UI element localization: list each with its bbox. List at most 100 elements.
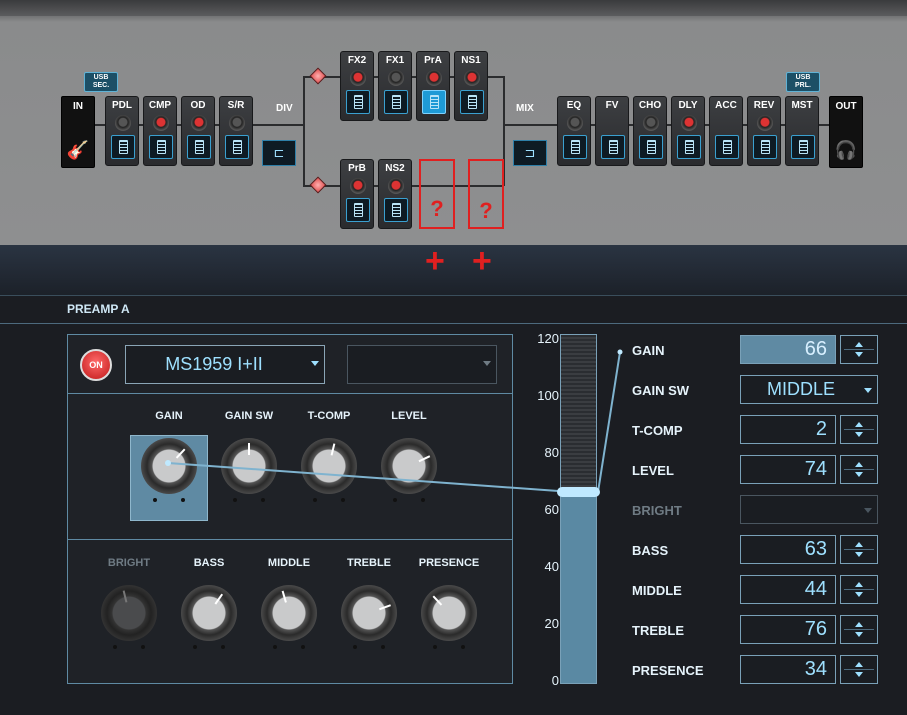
fx-block-od[interactable]: OD xyxy=(181,96,215,166)
spin-down-icon[interactable] xyxy=(855,352,863,357)
footswitch-icon[interactable] xyxy=(460,90,484,114)
param-spinner-t-comp[interactable] xyxy=(840,415,878,444)
pedal-icon xyxy=(571,140,580,154)
fx-block-fx1[interactable]: FX1 xyxy=(378,51,412,121)
param-spinner-gain[interactable] xyxy=(840,335,878,364)
fx-block-dly[interactable]: DLY xyxy=(671,96,705,166)
knob-middle[interactable] xyxy=(261,585,317,649)
footswitch-icon[interactable] xyxy=(563,135,587,159)
fx-block-label: NS2 xyxy=(385,163,405,174)
block-knob-icon xyxy=(388,70,404,86)
divider-button[interactable]: ⊏ xyxy=(262,140,296,166)
fx-block-acc[interactable]: ACC xyxy=(709,96,743,166)
footswitch-icon[interactable] xyxy=(791,135,815,159)
footswitch-icon[interactable] xyxy=(639,135,663,159)
param-value-bass[interactable]: 63 xyxy=(740,535,836,564)
spin-up-icon[interactable] xyxy=(855,582,863,587)
spin-up-icon[interactable] xyxy=(855,342,863,347)
fx-block-rev[interactable]: REV xyxy=(747,96,781,166)
footswitch-icon[interactable] xyxy=(111,135,135,159)
footswitch-icon[interactable] xyxy=(346,198,370,222)
chevron-down-icon xyxy=(864,508,872,513)
footswitch-icon[interactable] xyxy=(384,90,408,114)
param-value-treble[interactable]: 76 xyxy=(740,615,836,644)
param-select-gain-sw[interactable]: MIDDLE xyxy=(740,375,878,404)
footswitch-icon[interactable] xyxy=(225,135,249,159)
footswitch-icon[interactable] xyxy=(601,135,625,159)
param-spinner-treble[interactable] xyxy=(840,615,878,644)
spin-down-icon[interactable] xyxy=(855,552,863,557)
fx-block-prb[interactable]: PrB xyxy=(340,159,374,229)
footswitch-icon[interactable] xyxy=(346,90,370,114)
spin-down-icon[interactable] xyxy=(855,592,863,597)
footswitch-icon[interactable] xyxy=(753,135,777,159)
slider-thumb[interactable] xyxy=(557,486,600,497)
output-block[interactable]: OUT 🎧 xyxy=(829,96,863,168)
knob-gain[interactable] xyxy=(141,438,197,502)
footswitch-icon[interactable] xyxy=(187,135,211,159)
param-spinner-presence[interactable] xyxy=(840,655,878,684)
fx-block-eq[interactable]: EQ xyxy=(557,96,591,166)
param-value-t-comp[interactable]: 2 xyxy=(740,415,836,444)
fx-block-ns1[interactable]: NS1 xyxy=(454,51,488,121)
input-block[interactable]: IN 🎸 xyxy=(61,96,95,168)
slider-tick-label: 40 xyxy=(544,559,559,574)
fx-block-pra[interactable]: PrA xyxy=(416,51,450,121)
fx-block-pdl[interactable]: PDL xyxy=(105,96,139,166)
spin-down-icon[interactable] xyxy=(855,672,863,677)
empty-slot-2[interactable]: ? xyxy=(468,159,504,229)
param-value-gain[interactable]: 66 xyxy=(740,335,836,364)
pedal-icon xyxy=(157,140,166,154)
param-value-middle[interactable]: 44 xyxy=(740,575,836,604)
chevron-down-icon xyxy=(311,361,319,366)
footswitch-icon[interactable] xyxy=(422,90,446,114)
spin-down-icon[interactable] xyxy=(855,632,863,637)
split-b-node[interactable] xyxy=(309,176,327,194)
footswitch-icon[interactable] xyxy=(149,135,173,159)
gain-slider[interactable] xyxy=(557,334,600,684)
knob-presence[interactable] xyxy=(421,585,477,649)
block-knob-icon xyxy=(191,115,207,131)
fx-block-mst[interactable]: MST xyxy=(785,96,819,166)
split-wire xyxy=(303,76,305,186)
on-toggle-button[interactable]: ON xyxy=(80,349,112,381)
slider-tick-label: 60 xyxy=(544,502,559,517)
fx-block-label: FX1 xyxy=(385,55,405,66)
knob-bass[interactable] xyxy=(181,585,237,649)
guitar-icon: 🎸 xyxy=(66,140,90,160)
spin-down-icon[interactable] xyxy=(855,432,863,437)
fx-block-fx2[interactable]: FX2 xyxy=(340,51,374,121)
footswitch-icon[interactable] xyxy=(677,135,701,159)
spin-up-icon[interactable] xyxy=(855,662,863,667)
fx-block-fv[interactable]: FV xyxy=(595,96,629,166)
fx-block-ns2[interactable]: NS2 xyxy=(378,159,412,229)
fx-block-sr[interactable]: S/R xyxy=(219,96,253,166)
spin-up-icon[interactable] xyxy=(855,542,863,547)
spin-up-icon[interactable] xyxy=(855,422,863,427)
param-value-presence[interactable]: 34 xyxy=(740,655,836,684)
amp-type-select[interactable]: MS1959 I+II xyxy=(125,345,325,384)
spin-down-icon[interactable] xyxy=(855,472,863,477)
spin-up-icon[interactable] xyxy=(855,622,863,627)
footswitch-icon[interactable] xyxy=(715,135,739,159)
secondary-select[interactable] xyxy=(347,345,497,384)
param-spinner-middle[interactable] xyxy=(840,575,878,604)
empty-slot-1[interactable]: ? xyxy=(419,159,455,229)
knob-level[interactable] xyxy=(381,438,437,502)
param-spinner-level[interactable] xyxy=(840,455,878,484)
split-a-node[interactable] xyxy=(309,67,327,85)
footswitch-icon[interactable] xyxy=(384,198,408,222)
spin-up-icon[interactable] xyxy=(855,462,863,467)
mixer-button[interactable]: ⊐ xyxy=(513,140,547,166)
knob-treble[interactable] xyxy=(341,585,397,649)
knob-t-comp[interactable] xyxy=(301,438,357,502)
usb-sec-label: USB SEC. xyxy=(92,74,110,89)
knob-gain-sw[interactable] xyxy=(221,438,277,502)
fx-block-label: MST xyxy=(791,100,813,111)
fx-block-cmp[interactable]: CMP xyxy=(143,96,177,166)
param-spinner-bass[interactable] xyxy=(840,535,878,564)
div-label: DIV xyxy=(276,103,293,114)
param-value-level[interactable]: 74 xyxy=(740,455,836,484)
fx-block-cho[interactable]: CHO xyxy=(633,96,667,166)
param-select-bright xyxy=(740,495,878,524)
